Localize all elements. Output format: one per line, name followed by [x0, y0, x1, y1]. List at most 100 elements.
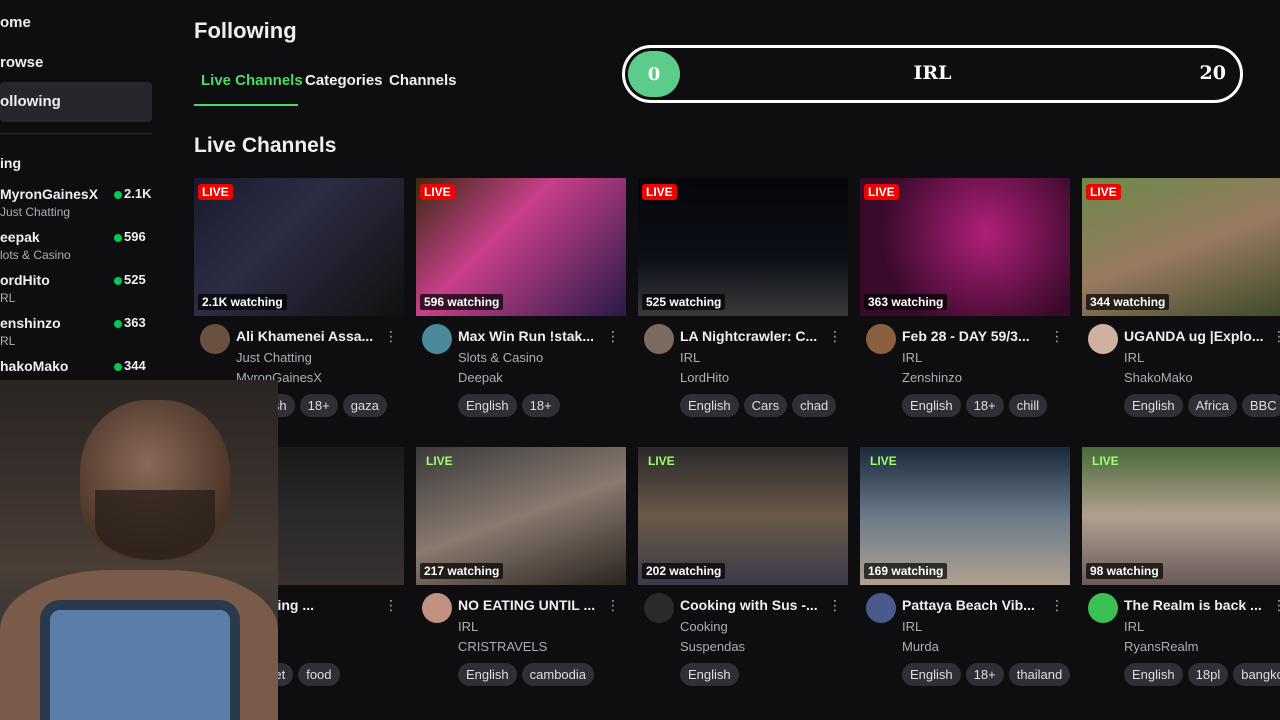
- stream-tag[interactable]: 18+: [965, 394, 1004, 417]
- webcam-tank-top: [40, 600, 240, 720]
- live-badge: LIVE: [198, 184, 233, 200]
- more-options-icon[interactable]: ⋮: [1050, 597, 1064, 614]
- streamer-name[interactable]: ShakoMako: [1124, 370, 1193, 385]
- stream-tag[interactable]: 18+: [965, 663, 1004, 686]
- sidebar-channel[interactable]: enshinzo RL 363: [0, 315, 150, 355]
- streamer-name[interactable]: CRISTRAVELS: [458, 639, 547, 654]
- nav-browse[interactable]: rowse: [0, 54, 43, 71]
- stream-thumbnail[interactable]: LIVE 98 watching: [1082, 447, 1280, 585]
- stream-tag[interactable]: English: [680, 663, 739, 686]
- streamer-avatar[interactable]: [422, 324, 452, 354]
- stream-category[interactable]: IRL: [1124, 350, 1144, 365]
- more-options-icon[interactable]: ⋮: [828, 597, 842, 614]
- sidebar-channel-viewers: 525: [124, 272, 146, 287]
- streamer-name[interactable]: Murda: [902, 639, 939, 654]
- stream-thumbnail[interactable]: LIVE 596 watching: [416, 178, 626, 316]
- streamer-name[interactable]: RyansRealm: [1124, 639, 1198, 654]
- streamer-avatar[interactable]: [866, 593, 896, 623]
- channel-card[interactable]: LIVE 525 watching LA Nightcrawler: C... ⋮ IR…: [638, 178, 848, 428]
- tab-channels[interactable]: Channels: [389, 72, 457, 89]
- channel-card[interactable]: LIVE 202 watching Cooking with Sus -... ⋮ Co…: [638, 447, 848, 697]
- more-options-icon[interactable]: ⋮: [1272, 328, 1280, 345]
- sidebar-channel[interactable]: MyronGainesX Just Chatting 2.1K: [0, 186, 151, 226]
- channel-card[interactable]: LIVE 98 watching The Realm is back ... ⋮ IRL…: [1082, 447, 1280, 697]
- nav-home[interactable]: ome: [0, 14, 31, 31]
- streamer-avatar[interactable]: [422, 593, 452, 623]
- stream-thumbnail[interactable]: LIVE 344 watching: [1082, 178, 1280, 316]
- more-options-icon[interactable]: ⋮: [1272, 597, 1280, 614]
- stream-title[interactable]: The Realm is back ...: [1124, 597, 1274, 613]
- streamer-name[interactable]: Deepak: [458, 370, 503, 385]
- stream-tag[interactable]: chill: [1008, 394, 1048, 417]
- stream-category[interactable]: Slots & Casino: [458, 350, 543, 365]
- stream-category[interactable]: IRL: [1124, 619, 1144, 634]
- live-dot-icon: [114, 234, 122, 242]
- streamer-avatar[interactable]: [200, 324, 230, 354]
- streamer-name[interactable]: Zenshinzo: [902, 370, 962, 385]
- stream-tag[interactable]: English: [458, 663, 517, 686]
- stream-tag[interactable]: 18+: [521, 394, 560, 417]
- sidebar-channel[interactable]: ordHito RL 525: [0, 272, 150, 312]
- stream-title[interactable]: LA Nightcrawler: C...: [680, 328, 830, 344]
- channel-card[interactable]: LIVE 169 watching Pattaya Beach Vib... ⋮ IRL…: [860, 447, 1071, 697]
- stream-thumbnail[interactable]: LIVE 363 watching: [860, 178, 1070, 316]
- stream-tag[interactable]: food: [298, 663, 340, 686]
- stream-title[interactable]: Max Win Run !stak...: [458, 328, 608, 344]
- streamer-name[interactable]: Suspendas: [680, 639, 745, 654]
- stream-title[interactable]: UGANDA ug |Explo...: [1124, 328, 1274, 344]
- stream-tag[interactable]: 18+: [299, 394, 338, 417]
- more-options-icon[interactable]: ⋮: [384, 328, 398, 345]
- stream-thumbnail[interactable]: LIVE 217 watching: [416, 447, 626, 585]
- more-options-icon[interactable]: ⋮: [1050, 328, 1064, 345]
- stream-thumbnail[interactable]: LIVE 202 watching: [638, 447, 848, 585]
- stream-title[interactable]: Cooking with Sus -...: [680, 597, 830, 613]
- streamer-avatar[interactable]: [644, 593, 674, 623]
- more-options-icon[interactable]: ⋮: [384, 597, 398, 614]
- stream-category[interactable]: Cooking: [680, 619, 728, 634]
- stream-tag[interactable]: English: [902, 394, 961, 417]
- channel-card[interactable]: LIVE 363 watching Feb 28 - DAY 59/3... ⋮ IRL…: [860, 178, 1070, 428]
- streamer-name[interactable]: LordHito: [680, 370, 729, 385]
- streamer-avatar[interactable]: [866, 324, 896, 354]
- stream-tag[interactable]: thailand: [1008, 663, 1071, 686]
- streamer-avatar[interactable]: [644, 324, 674, 354]
- stream-tag[interactable]: 18pl: [1187, 663, 1229, 686]
- live-badge: LIVE: [864, 184, 899, 200]
- more-options-icon[interactable]: ⋮: [606, 597, 620, 614]
- more-options-icon[interactable]: ⋮: [828, 328, 842, 345]
- stream-tag[interactable]: bangkok: [1233, 663, 1280, 686]
- nav-following[interactable]: ollowing: [0, 82, 152, 122]
- stream-tag[interactable]: English: [1124, 663, 1183, 686]
- channel-card[interactable]: LIVE 596 watching Max Win Run !stak... ⋮ Slo…: [416, 178, 626, 428]
- stream-thumbnail[interactable]: LIVE 525 watching: [638, 178, 848, 316]
- stream-tag[interactable]: chad: [792, 394, 837, 417]
- stream-title[interactable]: Pattaya Beach Vib...: [902, 597, 1052, 613]
- channel-card[interactable]: LIVE 344 watching UGANDA ug |Explo... ⋮ IRL S…: [1082, 178, 1280, 428]
- sidebar-channel[interactable]: eepak lots & Casino 596: [0, 229, 150, 269]
- streamer-avatar[interactable]: [1088, 324, 1118, 354]
- stream-category[interactable]: IRL: [458, 619, 478, 634]
- stream-tag[interactable]: gaza: [342, 394, 387, 417]
- streamer-avatar[interactable]: [1088, 593, 1118, 623]
- stream-thumbnail[interactable]: LIVE 169 watching: [860, 447, 1070, 585]
- stream-tag[interactable]: BBC: [1241, 394, 1280, 417]
- stream-category[interactable]: Just Chatting: [236, 350, 312, 365]
- channel-card[interactable]: LIVE 217 watching NO EATING UNTIL ... ⋮ IRL C…: [416, 447, 626, 697]
- tab-categories[interactable]: Categories: [305, 72, 383, 89]
- stream-title[interactable]: Feb 28 - DAY 59/3...: [902, 328, 1052, 344]
- stream-category[interactable]: IRL: [902, 619, 922, 634]
- stream-tag[interactable]: Africa: [1187, 394, 1237, 417]
- stream-tag[interactable]: Cars: [743, 394, 788, 417]
- stream-title[interactable]: NO EATING UNTIL ...: [458, 597, 608, 613]
- stream-title[interactable]: Ali Khamenei Assa...: [236, 328, 386, 344]
- stream-tag[interactable]: English: [902, 663, 961, 686]
- stream-tag[interactable]: English: [680, 394, 739, 417]
- stream-category[interactable]: IRL: [680, 350, 700, 365]
- stream-category[interactable]: IRL: [902, 350, 922, 365]
- stream-thumbnail[interactable]: LIVE 2.1K watching: [194, 178, 404, 316]
- stream-tag[interactable]: English: [458, 394, 517, 417]
- stream-tag[interactable]: cambodia: [521, 663, 595, 686]
- more-options-icon[interactable]: ⋮: [606, 328, 620, 345]
- stream-tag[interactable]: English: [1124, 394, 1183, 417]
- tab-live-channels[interactable]: Live Channels: [201, 72, 303, 89]
